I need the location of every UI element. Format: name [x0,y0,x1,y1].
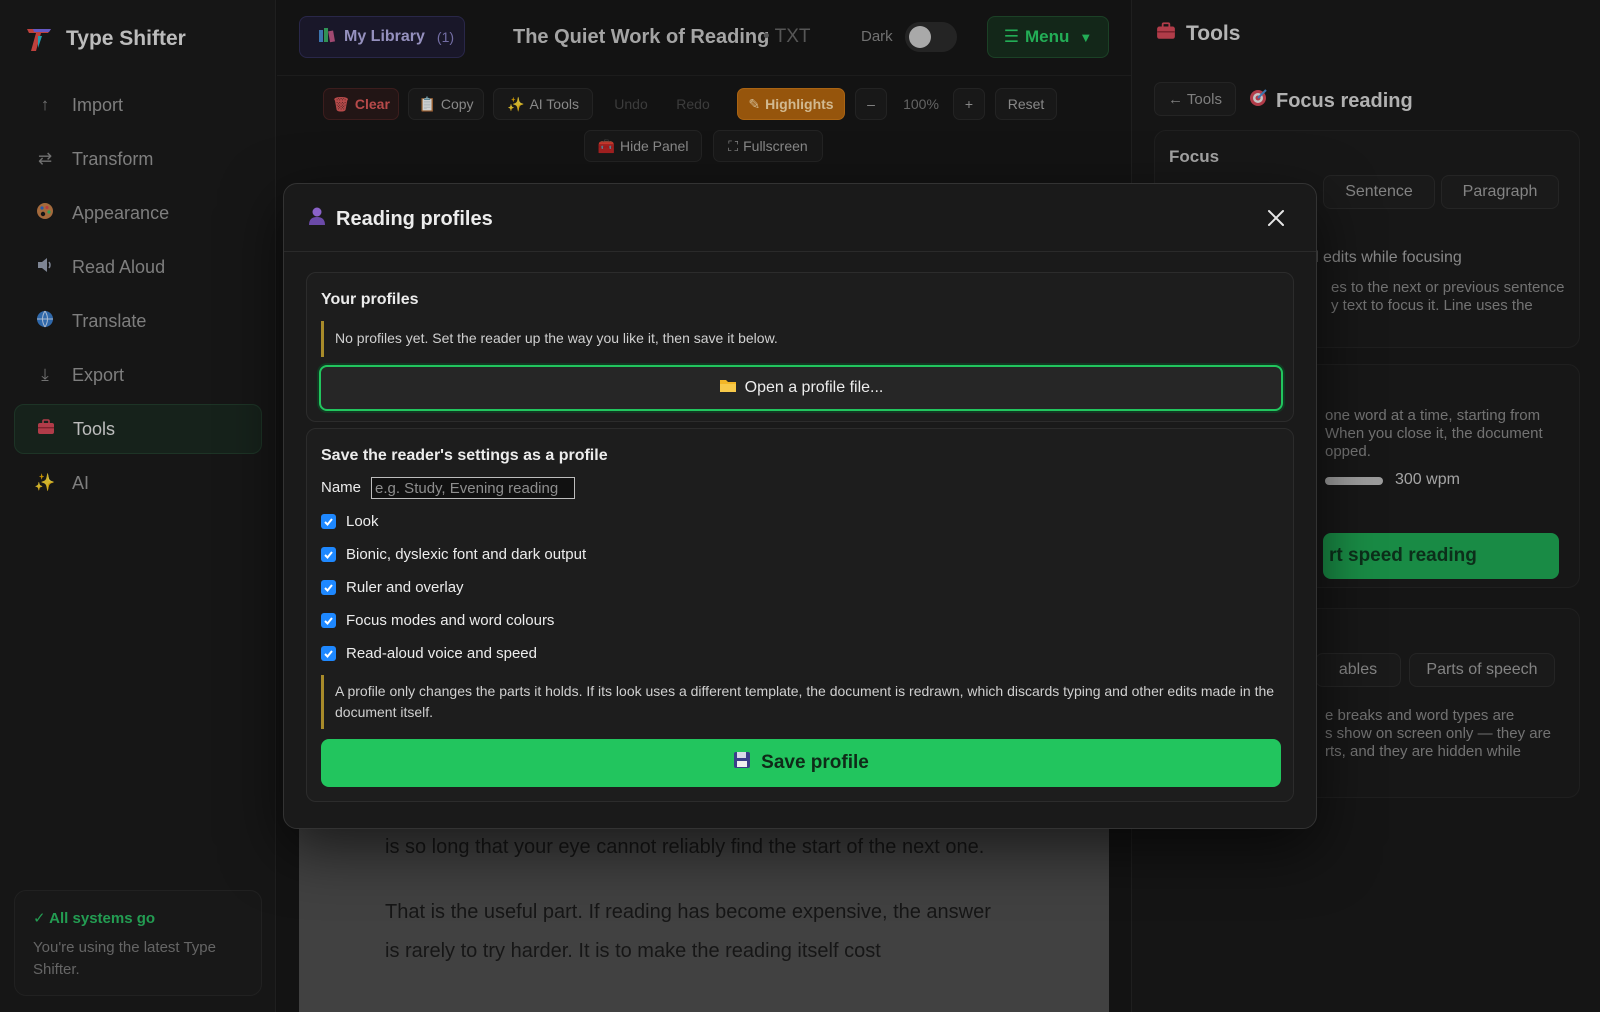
checkbox-checked-icon[interactable] [321,646,336,661]
option-read-aloud[interactable]: Read-aloud voice and speed [321,645,537,662]
profile-warning-note: A profile only changes the parts it hold… [321,675,1279,729]
profile-name-input[interactable] [371,477,575,499]
your-profiles-section: Your profiles No profiles yet. Set the r… [306,272,1294,422]
open-profile-label: Open a profile file... [744,379,884,396]
dialog-header: Reading profiles [284,184,1316,252]
reading-profiles-dialog: Reading profiles Your profiles No profil… [283,183,1317,829]
save-profile-label: Save profile [761,752,869,773]
option-focus-word-colours[interactable]: Focus modes and word colours [321,612,554,629]
dialog-title: Reading profiles [308,206,493,232]
checkbox-checked-icon[interactable] [321,613,336,628]
option-label: Read-aloud voice and speed [346,645,537,662]
option-look[interactable]: Look [321,513,379,530]
dialog-title-text: Reading profiles [336,207,493,230]
option-ruler-overlay[interactable]: Ruler and overlay [321,579,464,596]
save-profile-section: Save the reader's settings as a profile … [306,428,1294,802]
open-profile-file-button[interactable]: Open a profile file... [319,365,1283,411]
floppy-disk-icon [733,751,751,775]
option-label: Focus modes and word colours [346,612,555,629]
save-section-title: Save the reader's settings as a profile [321,447,608,464]
checkbox-checked-icon[interactable] [321,514,336,529]
your-profiles-title: Your profiles [321,291,419,308]
user-icon [308,206,326,232]
no-profiles-note: No profiles yet. Set the reader up the w… [321,321,1281,357]
folder-icon [719,378,737,398]
option-label: Look [346,513,379,530]
save-profile-button[interactable]: Save profile [321,739,1281,787]
close-icon[interactable] [1264,206,1288,230]
checkbox-checked-icon[interactable] [321,580,336,595]
option-bionic-dyslexic-dark[interactable]: Bionic, dyslexic font and dark output [321,546,586,563]
profile-name-label: Name [321,479,362,496]
option-label: Bionic, dyslexic font and dark output [346,546,587,563]
checkbox-checked-icon[interactable] [321,547,336,562]
option-label: Ruler and overlay [346,579,464,596]
